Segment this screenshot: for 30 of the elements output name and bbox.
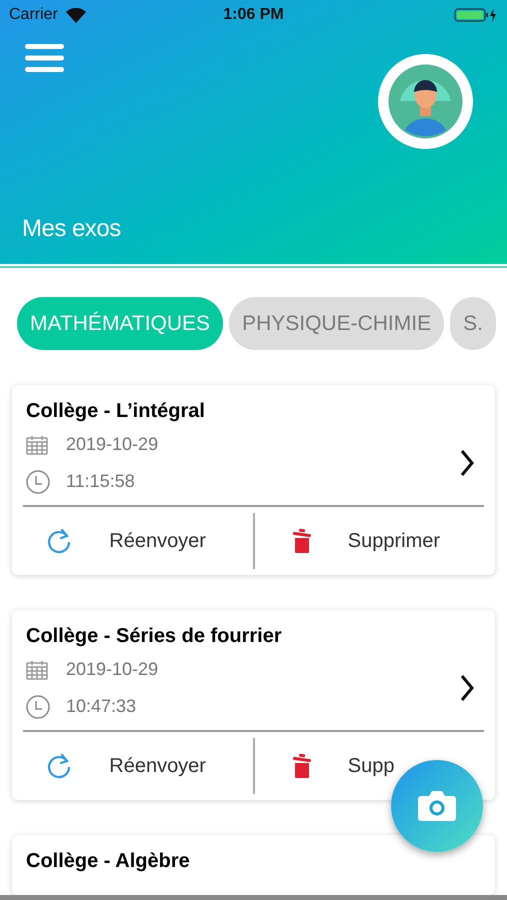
calendar-icon bbox=[26, 660, 48, 680]
avatar-icon[interactable] bbox=[378, 54, 473, 149]
delete-button[interactable]: Supprimer bbox=[254, 507, 495, 575]
card-title: Collège - Algèbre bbox=[26, 849, 191, 874]
exercise-card[interactable]: Collège - L’intégral 2019-10-29 11:15:58 Réenvoyer Supprimer bbox=[12, 385, 495, 575]
carrier-text: Carrier bbox=[9, 5, 58, 25]
calendar-icon bbox=[26, 434, 48, 454]
chevron-right-icon[interactable] bbox=[459, 674, 475, 702]
trash-icon bbox=[292, 528, 312, 554]
wifi-icon bbox=[66, 8, 86, 22]
date-text: 2019-10-29 bbox=[66, 433, 158, 456]
exercise-card[interactable]: Collège - Algèbre bbox=[12, 835, 495, 895]
clock-text: 1:06 PM bbox=[223, 5, 284, 25]
resend-button[interactable]: Réenvoyer bbox=[12, 507, 252, 575]
resend-button[interactable]: Réenvoyer bbox=[12, 732, 252, 800]
time-text: 10:47:33 bbox=[66, 695, 136, 718]
card-title: Collège - Séries de fourrier bbox=[26, 624, 283, 649]
menu-icon[interactable] bbox=[25, 44, 64, 72]
trash-icon bbox=[292, 753, 312, 779]
clock-icon bbox=[26, 694, 50, 718]
battery-icon bbox=[454, 7, 498, 23]
time-text: 11:15:58 bbox=[66, 470, 135, 493]
delete-button[interactable]: Supp bbox=[254, 732, 495, 800]
card-title: Collège - L’intégral bbox=[26, 399, 206, 424]
clock-icon bbox=[26, 470, 50, 494]
camera-icon bbox=[417, 790, 457, 822]
chevron-right-icon[interactable] bbox=[459, 449, 475, 477]
page-title: Mes exos bbox=[21, 214, 122, 244]
date-text: 2019-10-29 bbox=[66, 658, 158, 681]
exercise-card[interactable]: Collège - Séries de fourrier 2019-10-29 10:47:33 Réenvoyer Supp bbox=[12, 610, 495, 800]
